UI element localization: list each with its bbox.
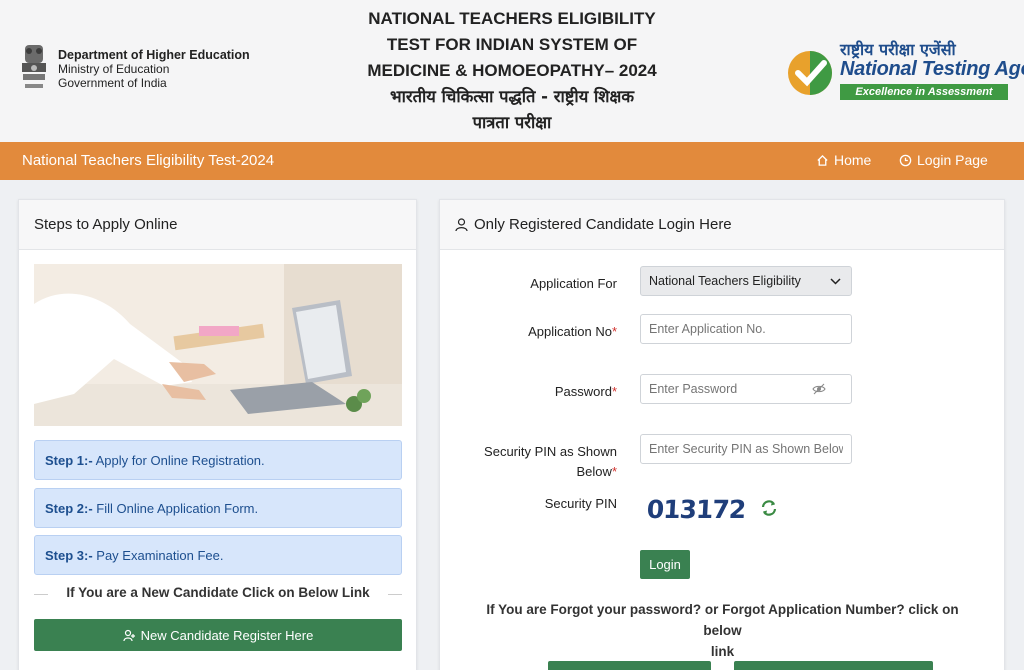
ministry-name: Ministry of Education [58, 62, 170, 76]
required-mark: * [611, 324, 617, 339]
step-2-prefix: Step 2:- [45, 501, 93, 516]
steps-panel: Steps to Apply Online Step 1:- Apply for… [18, 199, 417, 670]
application-no-input[interactable] [640, 314, 852, 344]
login-panel-heading: Only Registered Candidate Login Here [474, 216, 732, 233]
nav-home-link[interactable]: Home [816, 152, 871, 168]
forgot-password-button[interactable] [548, 661, 711, 670]
captcha-image: 013172 [638, 488, 754, 530]
security-pin-label: Security PIN [544, 496, 617, 511]
chevron-down-icon [830, 277, 841, 285]
security-pin-input-label: Security PIN as Shown Below* [484, 442, 617, 482]
new-candidate-text: If You are a New Candidate Click on Belo… [34, 585, 402, 600]
step-1-box: Step 1:- Apply for Online Registration. [34, 440, 402, 480]
user-icon [455, 217, 468, 231]
application-no-label: Application No* [528, 324, 617, 339]
nta-tagline: Excellence in Assessment [840, 84, 1008, 100]
clock-icon [899, 154, 912, 166]
application-no-label-text: Application No [528, 324, 612, 339]
step-2-box: Step 2:- Fill Online Application Form. [34, 488, 402, 528]
national-emblem-icon [22, 45, 46, 88]
exam-title-line: MEDICINE & HOMOEOPATHY– 2024 [367, 61, 657, 80]
nta-checkmark-icon [788, 51, 832, 95]
exam-title-line: NATIONAL TEACHERS ELIGIBILITY [368, 9, 656, 28]
nav-brand-title[interactable]: National Teachers Eligibility Test-2024 [22, 152, 274, 169]
application-for-value: National Teachers Eligibility [649, 274, 801, 288]
government-name: Government of India [58, 76, 167, 90]
nav-login-page-link[interactable]: Login Page [899, 152, 988, 168]
security-pin-label-line: Below [576, 464, 612, 479]
new-candidate-register-button[interactable]: New Candidate Register Here [34, 619, 402, 651]
department-block: Department of Higher Education Ministry … [16, 42, 250, 96]
hero-illustration [34, 264, 402, 426]
step-1-prefix: Step 1:- [45, 453, 93, 468]
exam-title: NATIONAL TEACHERS ELIGIBILITY TEST FOR I… [346, 6, 678, 136]
step-3-text: Pay Examination Fee. [92, 548, 224, 563]
main-navbar: National Teachers Eligibility Test-2024 … [0, 142, 1024, 180]
exam-title-hindi-line: भारतीय चिकित्सा पद्धति - राष्ट्रीय शिक्ष… [389, 87, 634, 106]
nta-hindi-name: राष्ट्रीय परीक्षा एजेंसी [840, 40, 956, 59]
add-user-icon [123, 629, 135, 641]
application-for-select[interactable]: National Teachers Eligibility [640, 266, 852, 296]
required-mark: * [611, 464, 617, 479]
department-name: Department of Higher Education [58, 48, 250, 62]
password-field-wrap [440, 374, 1006, 404]
nta-english-name: National Testing Agency [840, 58, 1024, 80]
home-icon [817, 154, 828, 166]
application-for-label: Application For [530, 276, 617, 291]
login-panel: Only Registered Candidate Login Here App… [439, 199, 1005, 670]
exam-title-hindi-line: पात्रता परीक्षा [472, 113, 552, 132]
exam-title-line: TEST FOR INDIAN SYSTEM OF [386, 35, 638, 54]
site-header: Department of Higher Education Ministry … [0, 0, 1024, 142]
login-button[interactable]: Login [640, 550, 690, 579]
forgot-application-number-button[interactable] [734, 661, 933, 670]
step-1-text: Apply for Online Registration. [92, 453, 265, 468]
step-2-text: Fill Online Application Form. [92, 501, 259, 516]
steps-panel-heading: Steps to Apply Online [19, 200, 416, 250]
register-button-label: New Candidate Register Here [140, 627, 314, 643]
forgot-text-line: link [710, 644, 735, 659]
nav-login-page-label: Login Page [917, 152, 988, 168]
nta-logo: राष्ट्रीय परीक्षा एजेंसी National Testin… [786, 38, 1024, 102]
security-pin-label-line: Security PIN as Shown [484, 444, 617, 459]
forgot-credentials-text: If You are Forgot your password? or Forg… [470, 599, 975, 662]
login-panel-heading-bar: Only Registered Candidate Login Here [440, 200, 1004, 250]
forgot-text-line: If You are Forgot your password? or Forg… [486, 602, 959, 638]
eye-slash-icon[interactable] [812, 382, 826, 396]
laptop-typing-image [34, 264, 402, 426]
step-3-box: Step 3:- Pay Examination Fee. [34, 535, 402, 575]
step-3-prefix: Step 3:- [45, 548, 93, 563]
security-pin-input[interactable] [640, 434, 852, 464]
refresh-captcha-icon[interactable] [760, 499, 778, 517]
nav-home-label: Home [834, 152, 872, 168]
